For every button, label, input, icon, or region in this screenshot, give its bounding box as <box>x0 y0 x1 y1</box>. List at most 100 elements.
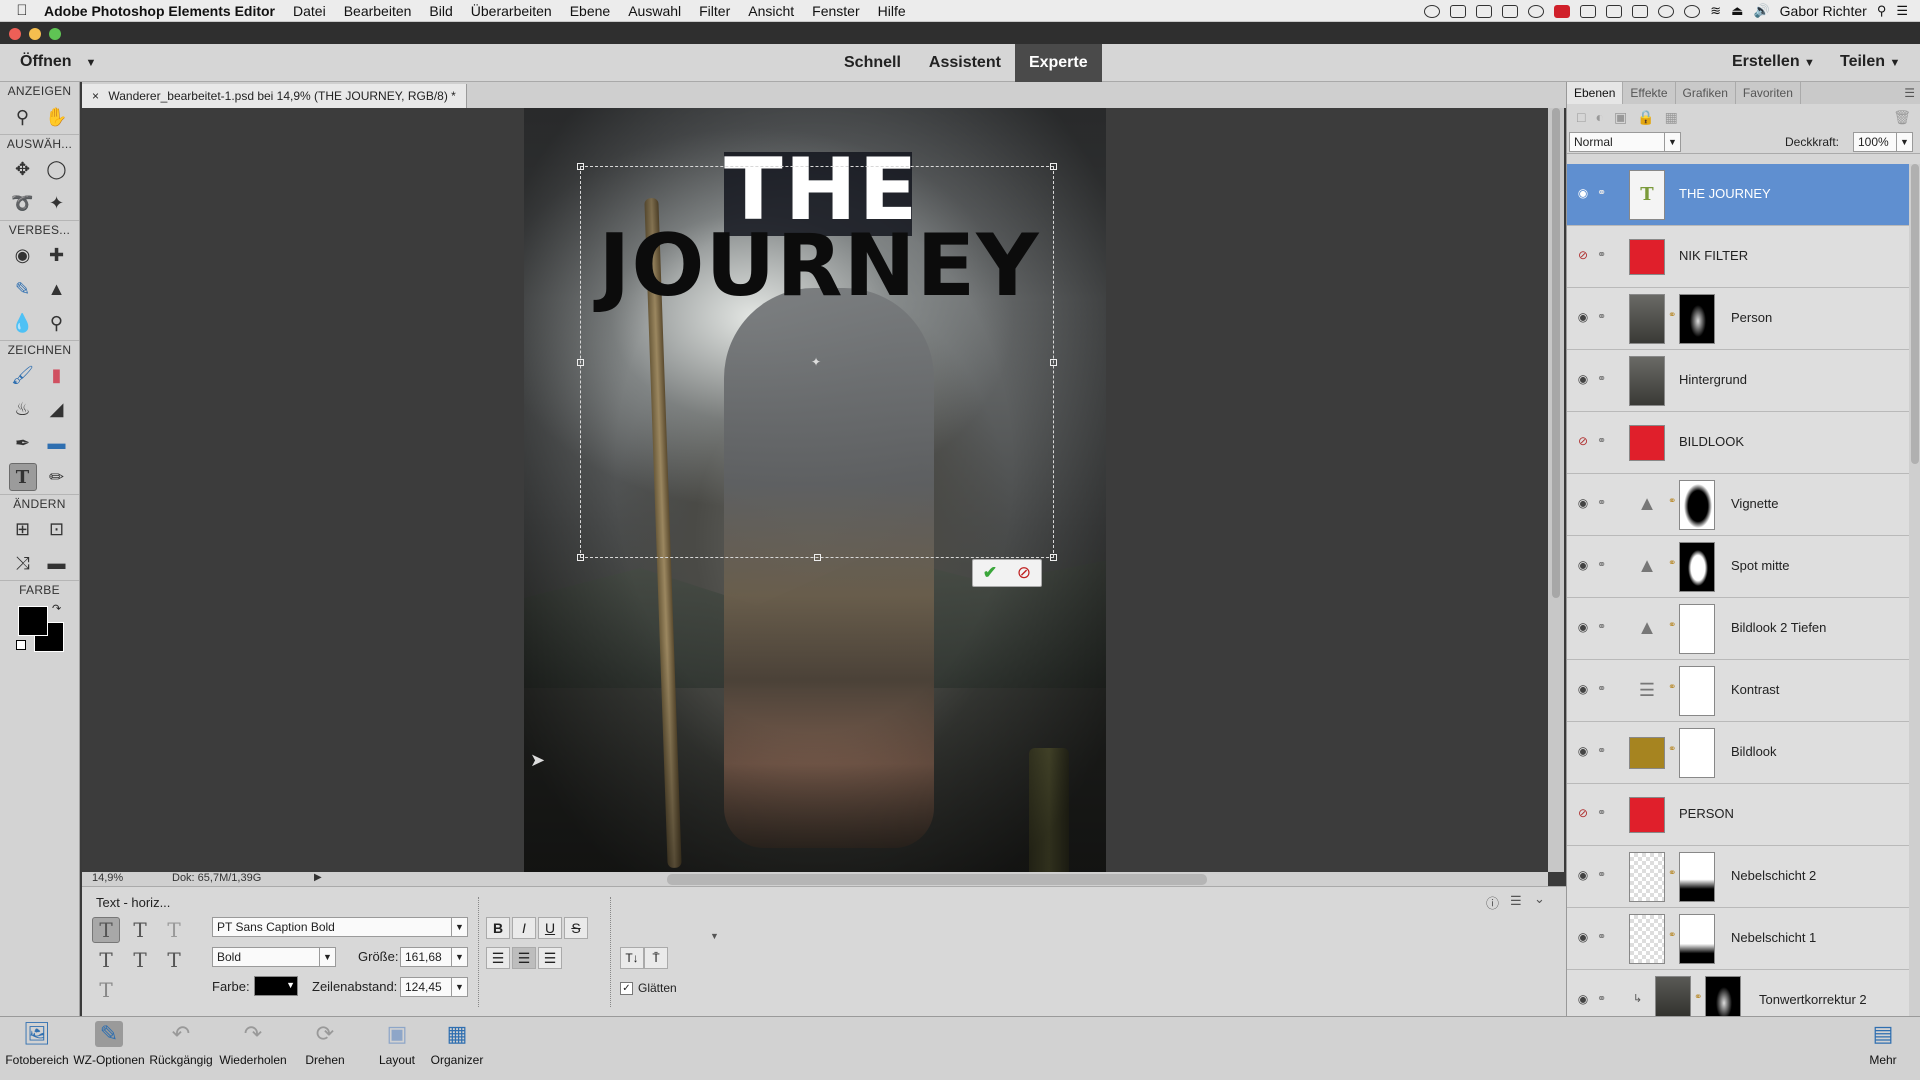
link-icon[interactable]: ⚭ <box>1597 558 1606 571</box>
layers-scrollbar[interactable] <box>1909 164 1920 1016</box>
add-mask-icon[interactable]: ▣ <box>1614 109 1627 126</box>
mode-schnell[interactable]: Schnell <box>830 44 915 82</box>
tab-favoriten[interactable]: Favoriten <box>1736 82 1801 104</box>
gradient-tool-icon[interactable]: ◢ <box>43 395 71 423</box>
visibility-eye-icon[interactable]: ◉ <box>1575 868 1591 884</box>
visibility-off-icon[interactable]: ⊘ <box>1575 248 1591 264</box>
box-icon[interactable] <box>1502 4 1519 18</box>
eraser-tool-icon[interactable]: ▮ <box>43 361 71 389</box>
canvas-horizontal-scrollbar[interactable] <box>667 874 1207 885</box>
photo-bin-button[interactable]: 🖼 Fotobereich <box>0 1021 74 1067</box>
eyedropper-tool-icon[interactable]: ✒ <box>9 429 37 457</box>
layer-row[interactable]: ◉ ⚭ T THE JOURNEY <box>1567 164 1909 226</box>
help-icon[interactable]: ⓘ <box>1486 893 1499 912</box>
straighten-tool-icon[interactable]: ▬ <box>43 549 71 577</box>
close-window-button[interactable] <box>9 28 21 40</box>
text-on-path-icon[interactable]: T <box>92 977 120 1003</box>
font-family-select[interactable]: PT Sans Caption Bold ▼ <box>212 917 468 937</box>
swap-colors-icon[interactable]: ↷ <box>52 602 61 615</box>
red-eye-tool-icon[interactable]: ◉ <box>9 241 37 269</box>
visibility-eye-icon[interactable]: ◉ <box>1575 372 1591 388</box>
organizer-button[interactable]: ▦ Organizer <box>420 1021 494 1067</box>
red-app-icon[interactable] <box>1554 4 1571 18</box>
text-on-shape-icon[interactable]: T <box>160 947 188 973</box>
link-icon[interactable]: ⚭ <box>1597 434 1606 447</box>
layer-row[interactable]: ◉ ⚭ ↳ ⚭ Tonwertkorrektur 2 <box>1567 970 1909 1016</box>
zoom-window-button[interactable] <box>49 28 61 40</box>
menu-auswahl[interactable]: Auswahl <box>628 3 681 19</box>
visibility-eye-icon[interactable]: ◉ <box>1575 992 1591 1008</box>
share-button[interactable]: Teilen ▼ <box>1840 53 1900 71</box>
font-size-field[interactable]: 161,68 ▼ <box>400 947 468 967</box>
cloud-icon[interactable] <box>1606 4 1623 18</box>
layer-row[interactable]: ⊘ ⚭ NIK FILTER <box>1567 226 1909 288</box>
align-right-icon[interactable]: ☰ <box>538 947 562 969</box>
chevron-down-icon[interactable]: ▼ <box>710 931 719 941</box>
visibility-eye-icon[interactable]: ◉ <box>1575 682 1591 698</box>
type-tool-icon[interactable]: T <box>8 463 37 491</box>
visibility-off-icon[interactable]: ⊘ <box>1575 806 1591 822</box>
notification-center-icon[interactable]: ☰ <box>1896 3 1908 19</box>
layer-row[interactable]: ◉ ⚭ ▲ ⚭ Bildlook 2 Tiefen <box>1567 598 1909 660</box>
visibility-eye-icon[interactable]: ◉ <box>1575 930 1591 946</box>
strikethrough-button[interactable]: S <box>564 917 588 939</box>
visibility-eye-icon[interactable]: ◉ <box>1575 496 1591 512</box>
clone-stamp-tool-icon[interactable]: ▲ <box>43 275 71 303</box>
visibility-eye-icon[interactable]: ◉ <box>1575 310 1591 326</box>
close-tab-icon[interactable]: × <box>92 89 99 103</box>
layer-row[interactable]: ◉ ⚭ Hintergrund <box>1567 350 1909 412</box>
underline-button[interactable]: U <box>538 917 562 939</box>
menu-filter[interactable]: Filter <box>699 3 730 19</box>
link-icon[interactable]: ⚭ <box>1597 496 1606 509</box>
menu-ueberarbeiten[interactable]: Überarbeiten <box>471 3 552 19</box>
share-icon[interactable] <box>1580 4 1597 18</box>
crop-tool-icon[interactable]: ⊞ <box>9 515 37 543</box>
visibility-eye-icon[interactable]: ◉ <box>1575 744 1591 760</box>
tool-options-button[interactable]: ✎ WZ-Optionen <box>72 1021 146 1067</box>
transform-handle[interactable] <box>1050 554 1057 561</box>
transform-handle[interactable] <box>814 554 821 561</box>
link-icon[interactable]: ⚭ <box>1597 620 1606 633</box>
vertical-type-mask-icon[interactable]: T <box>92 947 120 973</box>
layer-row[interactable]: ⊘ ⚭ PERSON <box>1567 784 1909 846</box>
transform-handle[interactable] <box>577 163 584 170</box>
opacity-field[interactable]: 100% ▼ <box>1853 132 1913 152</box>
layer-row[interactable]: ◉ ⚭ ▲ ⚭ Spot mitte <box>1567 536 1909 598</box>
more-button[interactable]: ▤ Mehr <box>1846 1021 1920 1067</box>
rotate-button[interactable]: ⟳ Drehen <box>288 1021 362 1067</box>
horizontal-type-mask-icon[interactable]: T <box>160 917 188 943</box>
evernote-icon[interactable] <box>1528 4 1545 18</box>
foreground-color-swatch[interactable] <box>18 606 48 636</box>
link-icon[interactable]: ⚭ <box>1597 682 1606 695</box>
menu-bild[interactable]: Bild <box>429 3 452 19</box>
zoom-tool-icon[interactable]: ⚲ <box>9 103 37 131</box>
status-menu-arrow-icon[interactable]: ▶ <box>314 872 322 883</box>
transform-handle[interactable] <box>1050 359 1057 366</box>
link-icon[interactable]: ⚭ <box>1597 310 1606 323</box>
link-icon[interactable]: ⚭ <box>1597 248 1606 261</box>
transform-handle[interactable] <box>577 359 584 366</box>
canvas-area[interactable]: THE JOURNEY ✦ ✔ ⊘ ➤ <box>82 108 1548 872</box>
cancel-icon[interactable]: ⊘ <box>1017 563 1031 583</box>
transform-handle[interactable] <box>1050 163 1057 170</box>
blend-mode-select[interactable]: Normal ▼ <box>1569 132 1681 152</box>
menu-ebene[interactable]: Ebene <box>570 3 610 19</box>
app-name[interactable]: Adobe Photoshop Elements Editor <box>44 3 275 19</box>
text-on-selection-icon[interactable]: T <box>126 947 154 973</box>
panel-menu-icon[interactable]: ☰ <box>1904 82 1920 104</box>
document-tab[interactable]: × Wanderer_bearbeitet-1.psd bei 14,9% (T… <box>82 84 467 108</box>
link-icon[interactable]: ⚭ <box>1597 806 1606 819</box>
visibility-eye-icon[interactable]: ◉ <box>1575 558 1591 574</box>
scrollbar-thumb[interactable] <box>1552 108 1560 598</box>
user-name[interactable]: Gabor Richter <box>1780 3 1867 19</box>
visibility-eye-icon[interactable]: ◉ <box>1575 186 1591 202</box>
sponge-tool-icon[interactable]: ⚲ <box>43 309 71 337</box>
horizontal-type-icon[interactable]: T <box>92 917 120 943</box>
record-icon[interactable] <box>1424 4 1441 18</box>
mode-experte[interactable]: Experte <box>1014 44 1102 82</box>
translate-icon[interactable] <box>1450 4 1467 18</box>
italic-button[interactable]: I <box>512 917 536 939</box>
brush-tool-icon[interactable]: 🖌 <box>9 361 37 389</box>
display-icon[interactable] <box>1632 4 1649 18</box>
redo-button[interactable]: ↷ Wiederholen <box>216 1021 290 1067</box>
